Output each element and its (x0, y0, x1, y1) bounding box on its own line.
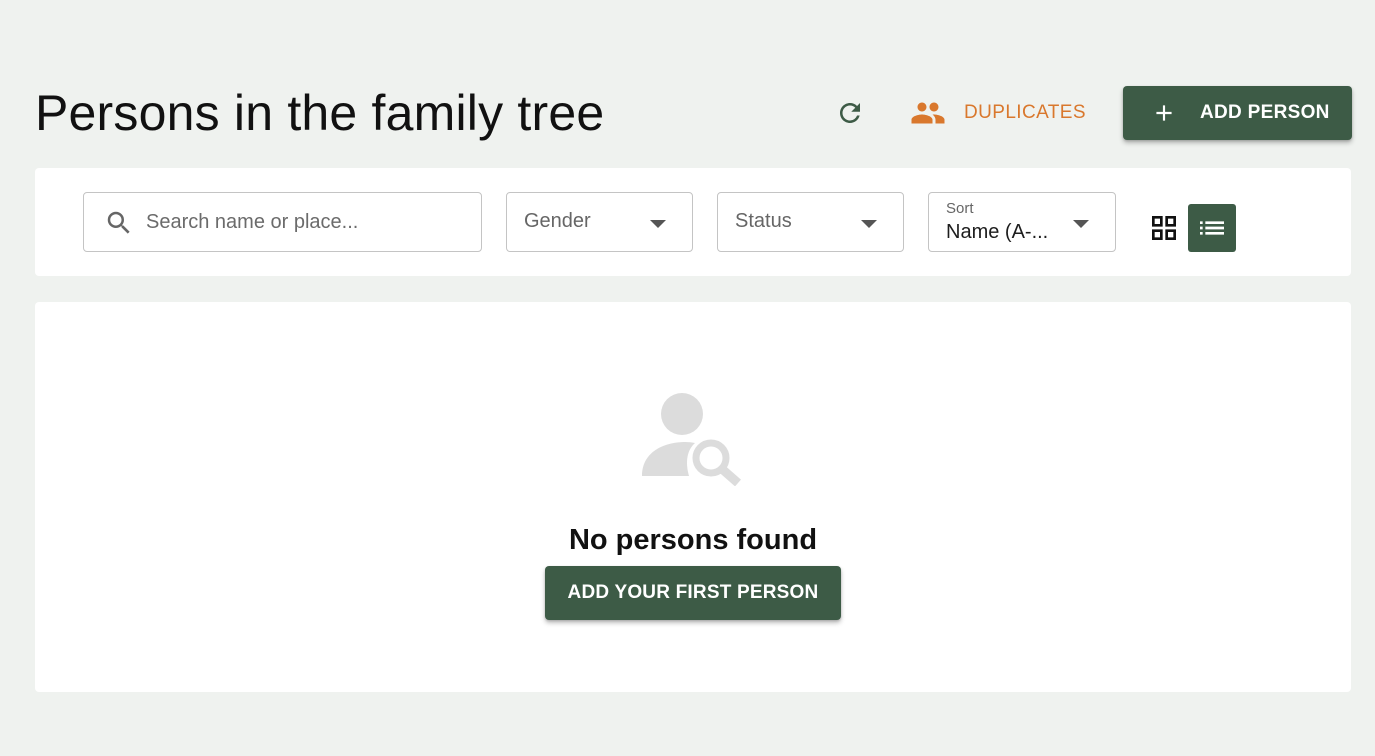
page: Persons in the family tree DUPLICATES AD… (0, 0, 1375, 756)
search-icon (107, 211, 130, 234)
chevron-down-icon (1073, 220, 1089, 228)
sort-select-value: Name (A-... (946, 221, 1049, 243)
sort-select-label: Sort (946, 200, 974, 217)
plus-icon (1156, 105, 1172, 121)
add-first-person-button[interactable]: ADD YOUR FIRST PERSON (545, 566, 841, 620)
refresh-icon (840, 103, 860, 123)
person-search-icon (642, 393, 741, 486)
duplicates-label: DUPLICATES (964, 102, 1086, 123)
status-select[interactable]: Status (717, 192, 904, 252)
gender-select[interactable]: Gender (506, 192, 693, 252)
status-select-label: Status (735, 210, 792, 232)
page-title: Persons in the family tree (35, 85, 605, 141)
search-field[interactable] (83, 192, 482, 252)
search-input[interactable] (146, 206, 466, 238)
add-person-label: ADD PERSON (1200, 102, 1330, 123)
grid-view-icon (1152, 216, 1176, 240)
list-view-button[interactable] (1188, 204, 1236, 252)
add-person-button[interactable]: ADD PERSON (1123, 86, 1352, 140)
refresh-button[interactable] (828, 91, 872, 135)
duplicates-button[interactable]: DUPLICATES (900, 88, 1100, 138)
filters-card: Gender Status Sort Name (A-... (35, 168, 1351, 276)
chevron-down-icon (650, 220, 666, 228)
list-view-icon (1200, 221, 1224, 235)
chevron-down-icon (861, 220, 877, 228)
empty-state-message: No persons found (568, 524, 818, 556)
gender-select-label: Gender (524, 210, 591, 232)
people-icon (911, 102, 945, 124)
sort-select[interactable]: Sort Name (A-... (928, 192, 1116, 252)
empty-state-card: No persons found ADD YOUR FIRST PERSON (35, 302, 1351, 692)
grid-view-button[interactable] (1140, 204, 1188, 252)
